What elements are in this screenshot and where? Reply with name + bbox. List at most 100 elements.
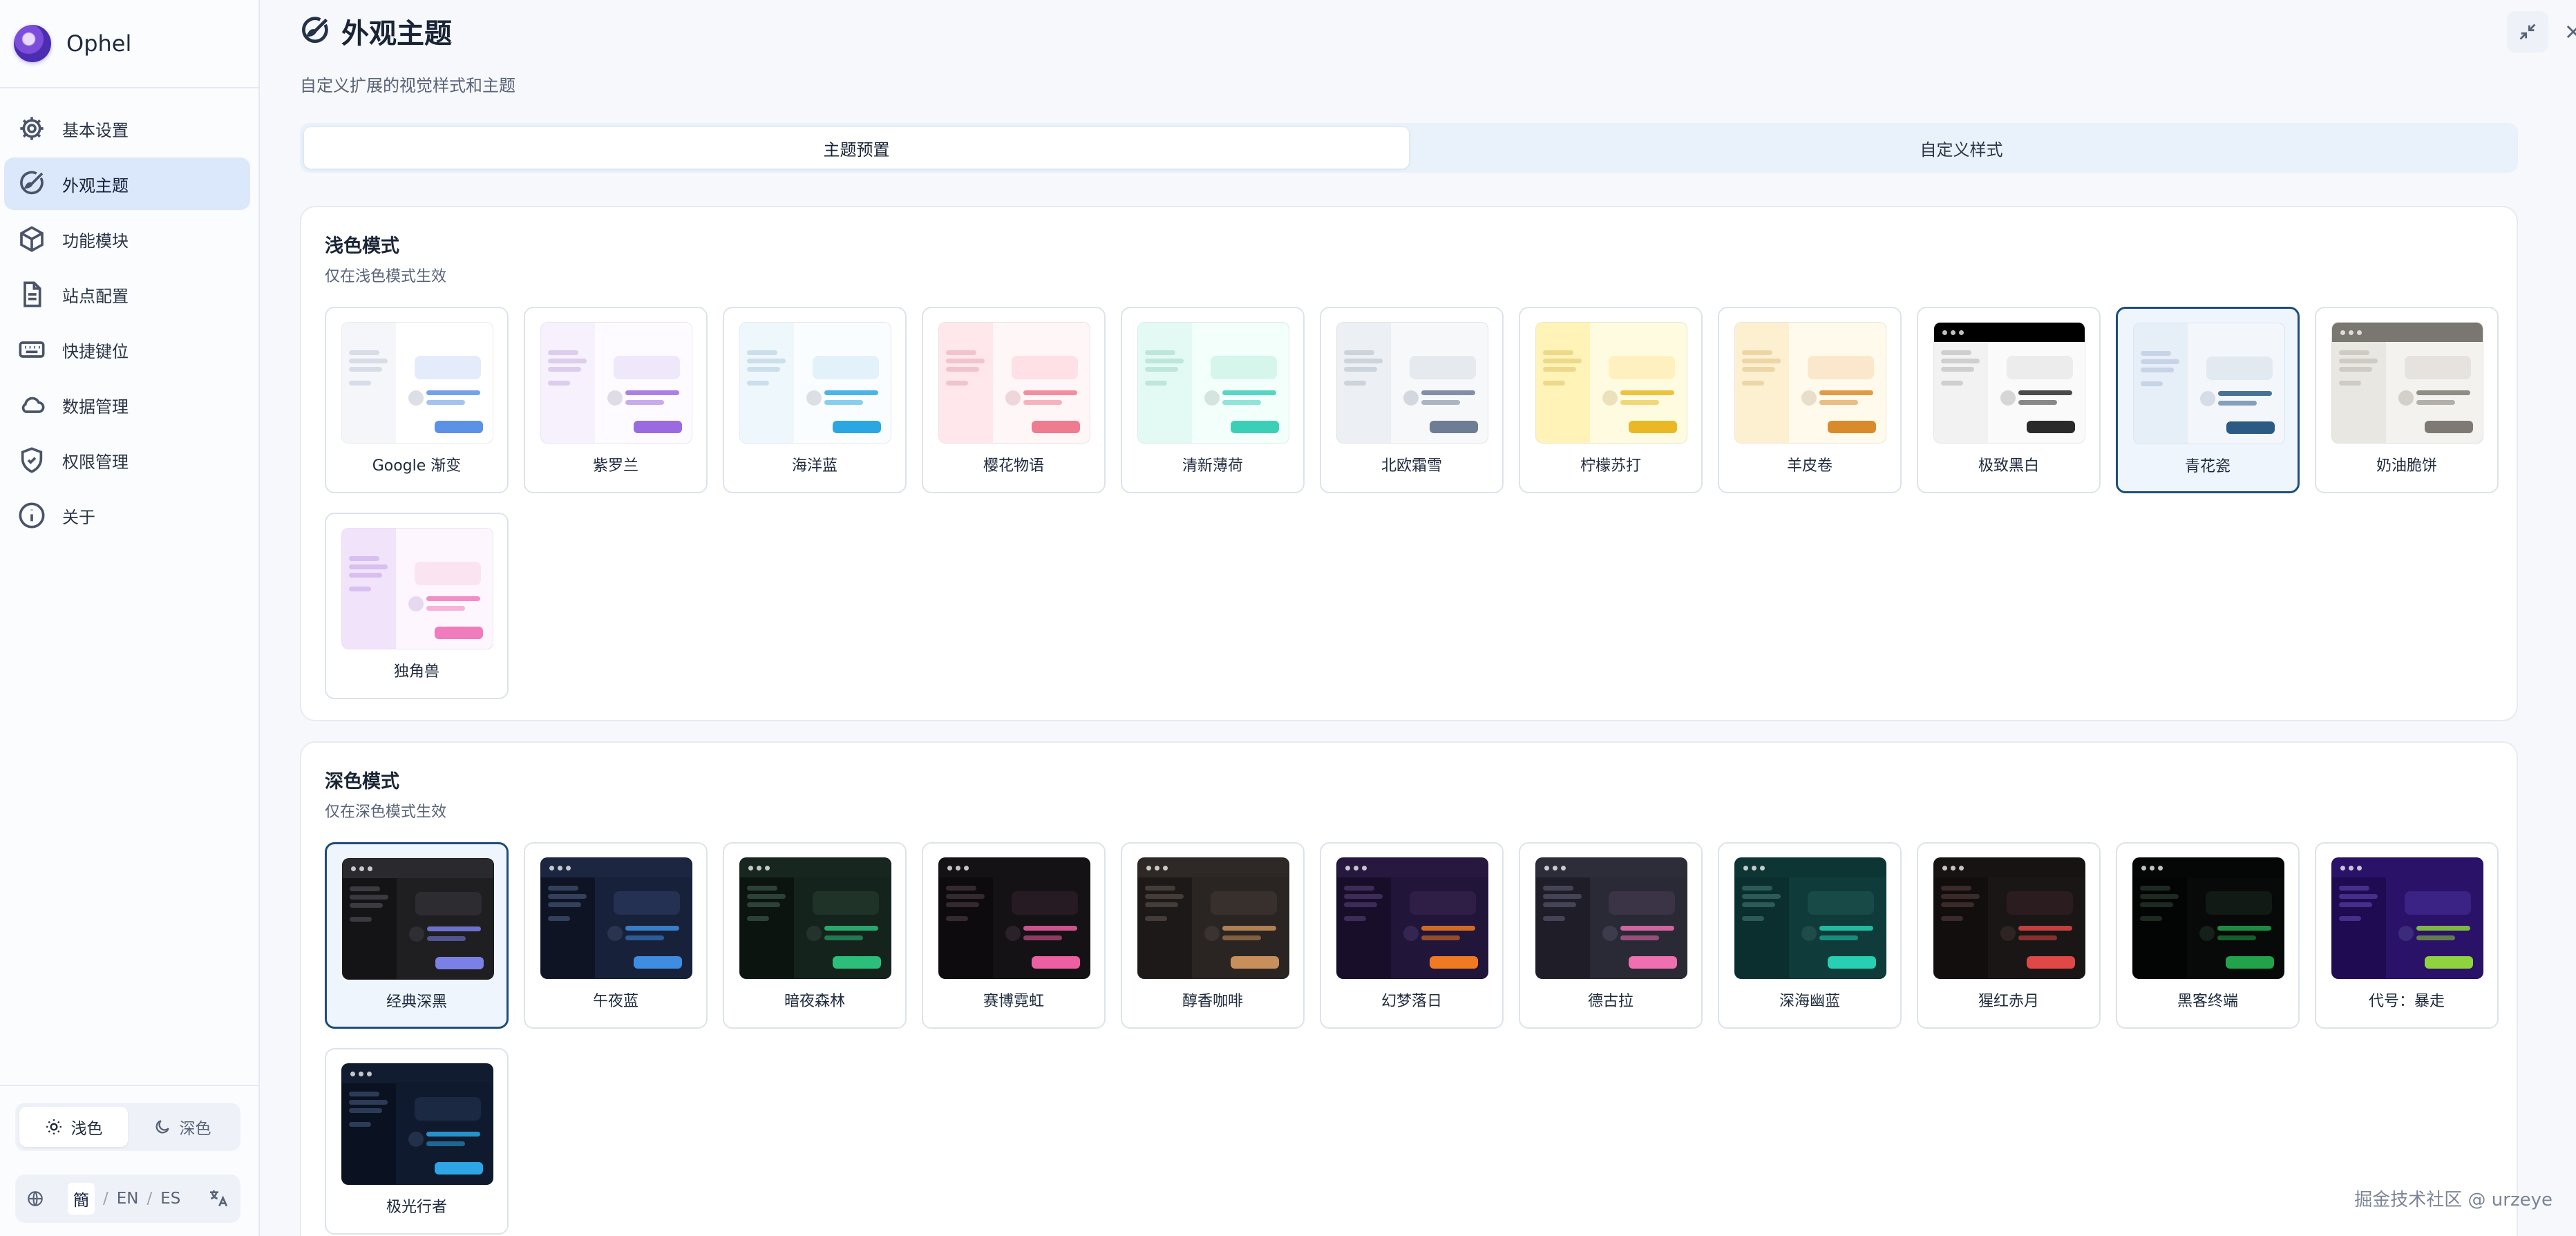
theme-preview xyxy=(2133,323,2285,444)
sidebar-nav: 基本设置 外观主题 功能模块 站点配置 快捷键位 数据管理 权限管理 关于 xyxy=(4,102,250,544)
theme-name: 海洋蓝 xyxy=(791,457,837,475)
theme-card[interactable]: 青花瓷 xyxy=(2116,307,2300,493)
app-name: Ophel xyxy=(66,30,132,57)
light-mode-button[interactable]: 浅色 xyxy=(19,1107,128,1147)
cloud-icon xyxy=(21,397,45,413)
theme-card[interactable]: Google 渐变 xyxy=(325,307,509,493)
theme-preview xyxy=(2331,857,2483,979)
theme-card[interactable]: 樱花物语 xyxy=(922,307,1106,493)
theme-preview xyxy=(938,857,1090,979)
theme-name: 德古拉 xyxy=(1587,993,1633,1010)
sidebar-item-modules[interactable]: 功能模块 xyxy=(4,213,250,265)
sidebar-divider xyxy=(0,1085,258,1086)
theme-preview xyxy=(540,322,692,444)
document-icon xyxy=(23,281,41,307)
ophel-logo-icon xyxy=(14,25,51,62)
dark-mode-label: 深色 xyxy=(179,1120,211,1138)
theme-preview xyxy=(1933,322,2085,444)
theme-card[interactable]: 深海幽蓝 xyxy=(1718,842,1902,1029)
page-header: 外观主题 xyxy=(300,11,452,51)
theme-card[interactable]: 独角兽 xyxy=(325,513,509,699)
translate-icon[interactable] xyxy=(207,1188,229,1210)
theme-name: 北欧霜雪 xyxy=(1381,457,1442,475)
theme-preview xyxy=(739,322,891,444)
theme-preview xyxy=(1336,322,1488,444)
theme-card[interactable]: 代号：暴走 xyxy=(2315,842,2499,1029)
theme-card[interactable]: 幻梦落日 xyxy=(1320,842,1504,1029)
cube-icon xyxy=(20,226,44,252)
sun-icon xyxy=(46,1119,61,1134)
page-subtitle: 自定义扩展的视觉样式和主题 xyxy=(300,76,515,95)
theme-preview xyxy=(1535,857,1687,979)
theme-name: 经典深黑 xyxy=(386,993,447,1011)
theme-name: 醇香咖啡 xyxy=(1182,993,1243,1010)
theme-preview xyxy=(2132,857,2284,979)
theme-card[interactable]: 柠檬苏打 xyxy=(1519,307,1703,493)
sidebar-item-permissions[interactable]: 权限管理 xyxy=(4,434,250,486)
sidebar-item-shortcuts[interactable]: 快捷键位 xyxy=(4,323,250,376)
brand[interactable]: Ophel xyxy=(14,25,131,62)
theme-preview xyxy=(1137,857,1289,979)
theme-card[interactable]: 暗夜森林 xyxy=(723,842,907,1029)
theme-preview xyxy=(2331,322,2483,444)
theme-card[interactable]: 午夜蓝 xyxy=(524,842,708,1029)
theme-card[interactable]: 猩红赤月 xyxy=(1917,842,2101,1029)
theme-card[interactable]: 经典深黑 xyxy=(325,842,509,1029)
sidebar-item-site-config[interactable]: 站点配置 xyxy=(4,268,250,321)
minimize-arrows-icon xyxy=(2519,23,2536,40)
theme-name: 青花瓷 xyxy=(2184,458,2231,475)
keyboard-icon xyxy=(19,341,45,358)
lang-option-es[interactable]: ES xyxy=(160,1190,180,1208)
theme-card[interactable]: 黑客终端 xyxy=(2116,842,2300,1029)
close-button[interactable] xyxy=(2553,11,2576,53)
theme-preview xyxy=(341,528,493,649)
theme-preview xyxy=(1734,322,1886,444)
sidebar: Ophel 基本设置 外观主题 功能模块 站点配置 快捷键位 数据管理 权限管理… xyxy=(0,0,260,1236)
theme-card[interactable]: 海洋蓝 xyxy=(723,307,907,493)
palette-icon xyxy=(20,171,44,195)
sidebar-item-data[interactable]: 数据管理 xyxy=(4,379,250,431)
theme-card[interactable]: 羊皮卷 xyxy=(1718,307,1902,493)
theme-name: 紫罗兰 xyxy=(592,457,638,475)
sidebar-item-label: 快捷键位 xyxy=(62,341,129,361)
collapse-button[interactable] xyxy=(2507,11,2548,53)
lang-separator: / xyxy=(103,1190,108,1208)
dark-theme-grid: 经典深黑 午夜蓝 暗夜森林 赛博霓虹 醇香咖啡 幻梦落日 德古拉 深海幽蓝 猩红赤月 黑客终端 代号… xyxy=(325,842,2499,1235)
theme-preview xyxy=(1137,322,1289,444)
lang-option-en[interactable]: EN xyxy=(117,1190,139,1208)
theme-card[interactable]: 德古拉 xyxy=(1519,842,1703,1029)
theme-card[interactable]: 奶油脆饼 xyxy=(2315,307,2499,493)
theme-card[interactable]: 醇香咖啡 xyxy=(1121,842,1305,1029)
dark-section-subtitle: 仅在深色模式生效 xyxy=(325,804,447,821)
lang-option-zh[interactable]: 簡 xyxy=(68,1183,95,1215)
lang-separator: / xyxy=(146,1190,153,1208)
theme-preview xyxy=(341,1063,493,1185)
shield-icon xyxy=(21,447,43,473)
sidebar-item-label: 关于 xyxy=(62,507,95,527)
sidebar-item-about[interactable]: 关于 xyxy=(4,489,250,542)
theme-preview xyxy=(540,857,692,979)
tab-custom-style[interactable]: 自定义样式 xyxy=(1409,127,2514,169)
theme-name: 赛博霓虹 xyxy=(983,993,1044,1010)
dark-mode-button[interactable]: 深色 xyxy=(128,1107,236,1147)
theme-card[interactable]: 极光行者 xyxy=(325,1048,509,1235)
tab-theme-presets[interactable]: 主题预置 xyxy=(304,127,1409,169)
theme-name: 黑客终端 xyxy=(2177,993,2238,1010)
theme-card[interactable]: 极致黑白 xyxy=(1917,307,2101,493)
theme-preview xyxy=(938,322,1090,444)
theme-name: 樱花物语 xyxy=(983,457,1044,475)
theme-name: 幻梦落日 xyxy=(1381,993,1442,1010)
close-icon xyxy=(2566,25,2576,39)
gear-icon xyxy=(20,117,44,140)
theme-card[interactable]: 赛博霓虹 xyxy=(922,842,1106,1029)
light-mode-section: 浅色模式 仅在浅色模式生效 Google 渐变 紫罗兰 海洋蓝 樱花物语 清新薄荷 北欧霜… xyxy=(300,206,2518,721)
palette-icon xyxy=(302,17,328,44)
sidebar-item-label: 数据管理 xyxy=(62,397,129,417)
tab-bar: 主题预置 自定义样式 xyxy=(300,123,2518,173)
sidebar-item-basic-settings[interactable]: 基本设置 xyxy=(4,102,250,155)
theme-card[interactable]: 紫罗兰 xyxy=(524,307,708,493)
theme-card[interactable]: 北欧霜雪 xyxy=(1320,307,1504,493)
theme-preview xyxy=(1933,857,2085,979)
theme-card[interactable]: 清新薄荷 xyxy=(1121,307,1305,493)
sidebar-item-appearance[interactable]: 外观主题 xyxy=(4,158,250,210)
